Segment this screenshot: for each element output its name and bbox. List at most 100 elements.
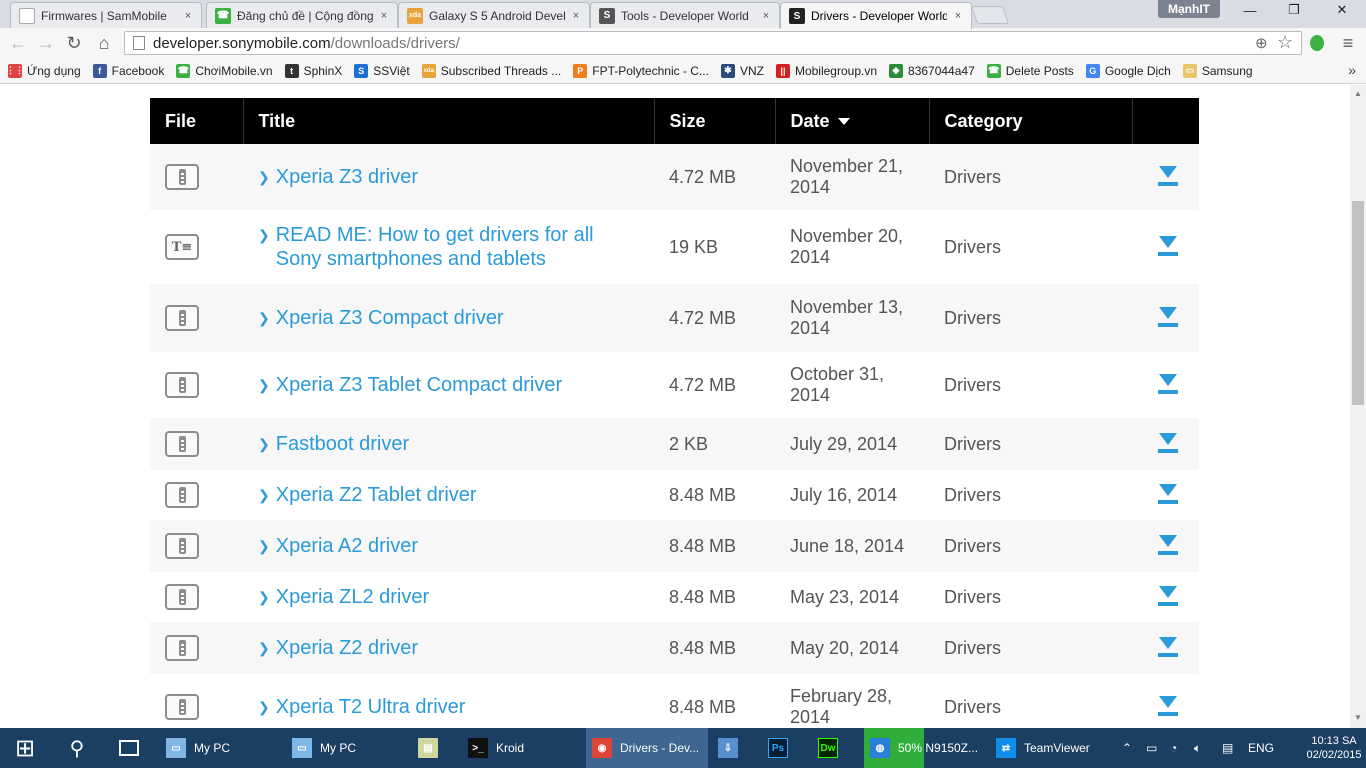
tray-chevron-icon[interactable]: ⌃	[1122, 728, 1132, 768]
clock[interactable]: 10:13 SA 02/02/2015	[1304, 734, 1364, 762]
tab-close-icon[interactable]: ×	[759, 10, 773, 22]
task-view-button[interactable]	[104, 728, 154, 768]
bookmark-item[interactable]: xda Subscribed Threads ...	[421, 63, 561, 78]
tab-close-icon[interactable]: ×	[951, 10, 965, 22]
driver-title-link[interactable]: ❯ Xperia ZL2 driver	[258, 585, 654, 609]
home-button[interactable]: ⌂	[92, 32, 116, 54]
profile-badge[interactable]: MạnhIT	[1158, 0, 1220, 18]
taskbar-item-label: My PC	[194, 741, 230, 755]
tab-galaxy-s5[interactable]: xda Galaxy S 5 Android Develo ×	[398, 2, 590, 28]
pc-icon: ▭	[292, 738, 312, 758]
bookmark-item[interactable]: ☎ ChơiMobile.vn	[176, 63, 273, 78]
header-date[interactable]: Date	[775, 98, 930, 144]
tab-cong-dong[interactable]: ☎ Đăng chủ đề | Cộng đồng ×	[206, 2, 398, 28]
driver-title-link[interactable]: ❯ Xperia A2 driver	[258, 534, 654, 558]
maximize-button[interactable]: ❐	[1272, 0, 1316, 20]
taskbar-item[interactable]: ◉ Drivers - Dev...	[586, 728, 708, 768]
cell-download	[1132, 572, 1199, 622]
zoom-icon[interactable]: ⊕	[1255, 34, 1268, 52]
battery-icon[interactable]: ▭	[1146, 728, 1157, 768]
taskbar-item[interactable]: ◍ 50% N9150Z...	[864, 728, 984, 768]
tab-sammobile[interactable]: Firmwares | SamMobile ×	[10, 2, 202, 28]
tab-close-icon[interactable]: ×	[377, 10, 391, 22]
scroll-down-icon[interactable]: ▼	[1354, 713, 1362, 722]
download-icon[interactable]	[1157, 433, 1179, 455]
bookmark-item[interactable]: ▭ Samsung	[1182, 63, 1253, 78]
reload-button[interactable]: ↻	[62, 32, 86, 54]
taskbar-item[interactable]: Dw	[812, 728, 856, 768]
chevron-right-icon: ❯	[258, 310, 270, 326]
driver-title: Xperia Z3 Tablet Compact driver	[275, 374, 563, 396]
bookmark-item[interactable]: ✱ VNZ	[720, 63, 764, 78]
driver-title-link[interactable]: ❯ Xperia Z3 Compact driver	[258, 306, 654, 330]
bookmark-item[interactable]: G Google Dịch	[1085, 63, 1171, 78]
driver-title-link[interactable]: ❯ READ ME: How to get drivers for all Son…	[258, 223, 654, 271]
address-bar[interactable]: developer.sonymobile.com/downloads/drive…	[124, 31, 1302, 55]
driver-title-link[interactable]: ❯ Xperia T2 Ultra driver	[258, 695, 654, 719]
tab-close-icon[interactable]: ×	[181, 10, 195, 22]
bookmark-item[interactable]: f Facebook	[92, 63, 164, 78]
download-icon[interactable]	[1157, 374, 1179, 396]
minimize-button[interactable]: —	[1228, 0, 1272, 20]
bookmark-item[interactable]: || Mobilegroup.vn	[775, 63, 877, 78]
taskbar-item[interactable]: ▭ My PC	[286, 728, 406, 768]
bookmark-item[interactable]: ◆ 8367044a47	[889, 63, 975, 78]
driver-title-link[interactable]: ❯ Fastboot driver	[258, 432, 654, 456]
language-indicator[interactable]: ENG	[1248, 728, 1274, 768]
driver-title-link[interactable]: ❯ Xperia Z3 driver	[258, 165, 654, 189]
download-icon[interactable]	[1157, 535, 1179, 557]
bookmark-item[interactable]: S SSViệt	[354, 63, 410, 78]
scrollbar-thumb[interactable]	[1352, 201, 1364, 405]
download-icon[interactable]	[1157, 484, 1179, 506]
header-title[interactable]: Title	[243, 98, 655, 144]
extension-icon[interactable]	[1310, 35, 1324, 51]
taskbar-item[interactable]: ▤	[412, 728, 456, 768]
bookmark-item[interactable]: t SphinX	[284, 63, 342, 78]
new-tab-button[interactable]	[970, 6, 1010, 24]
taskbar-item-label: 50% N9150Z...	[898, 741, 979, 755]
volume-icon[interactable]: 🔈︎	[1194, 728, 1201, 768]
taskbar-item[interactable]: ⇩	[712, 728, 756, 768]
bookmark-item[interactable]: ☎ Delete Posts	[986, 63, 1074, 78]
zip-glyph	[178, 640, 186, 656]
cell-title: ❯ Xperia A2 driver	[243, 520, 654, 572]
cell-size: 8.48 MB	[654, 674, 775, 728]
vertical-scrollbar[interactable]: ▲ ▼	[1350, 85, 1366, 728]
taskbar-item[interactable]: >_ Kroid	[462, 728, 582, 768]
tab-drivers[interactable]: S Drivers - Developer World ×	[780, 2, 972, 29]
tab-tools[interactable]: S Tools - Developer World ×	[590, 2, 780, 28]
taskbar-item[interactable]: ⇄ TeamViewer	[990, 728, 1110, 768]
download-icon[interactable]	[1157, 236, 1179, 258]
driver-title: Xperia Z3 driver	[275, 166, 419, 188]
driver-title-link[interactable]: ❯ Xperia Z3 Tablet Compact driver	[258, 373, 654, 397]
taskbar-item[interactable]: Ps	[762, 728, 806, 768]
forward-button[interactable]: →	[34, 32, 58, 54]
bookmark-favicon-icon: xda	[421, 63, 436, 78]
cell-category: Drivers	[929, 572, 1132, 622]
download-icon[interactable]	[1157, 307, 1179, 329]
header-size[interactable]: Size	[654, 98, 776, 144]
notifications-icon[interactable]: ▤	[1222, 728, 1233, 768]
cell-category: Drivers	[929, 674, 1132, 728]
download-icon[interactable]	[1157, 637, 1179, 659]
header-category[interactable]: Category	[929, 98, 1133, 144]
chrome-menu-icon[interactable]: ≡	[1336, 32, 1360, 54]
bookmarks-overflow-icon[interactable]: »	[1348, 62, 1356, 78]
cell-date: June 18, 2014	[775, 520, 929, 572]
download-icon[interactable]	[1157, 166, 1179, 188]
download-icon[interactable]	[1157, 696, 1179, 718]
back-button[interactable]: ←	[6, 32, 30, 54]
wifi-icon[interactable]: ◔	[1170, 728, 1177, 768]
bookmark-item[interactable]: ⋮⋮ Ứng dụng	[6, 63, 81, 78]
driver-title-link[interactable]: ❯ Xperia Z2 driver	[258, 636, 654, 660]
tab-close-icon[interactable]: ×	[569, 10, 583, 22]
driver-title-link[interactable]: ❯ Xperia Z2 Tablet driver	[258, 483, 654, 507]
bookmark-star-icon[interactable]: ☆	[1277, 32, 1293, 53]
search-button[interactable]: ⚲	[52, 728, 102, 768]
bookmark-item[interactable]: P FPT-Polytechnic - C...	[573, 63, 709, 78]
download-icon[interactable]	[1157, 586, 1179, 608]
start-button[interactable]: ⊞	[0, 728, 50, 768]
taskbar-item[interactable]: ▭ My PC	[160, 728, 280, 768]
scroll-up-icon[interactable]: ▲	[1354, 89, 1362, 98]
close-button[interactable]: ✕	[1320, 0, 1364, 20]
